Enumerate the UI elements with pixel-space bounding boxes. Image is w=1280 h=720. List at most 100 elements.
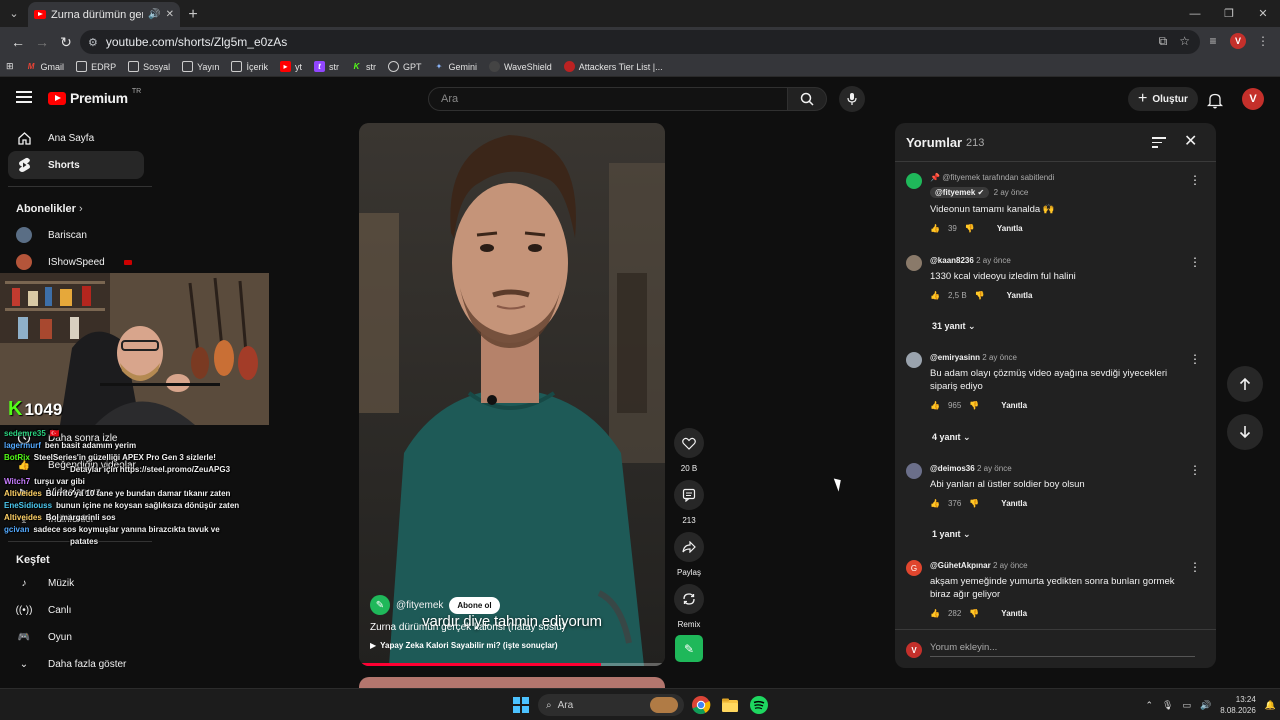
dislike-icon[interactable]: 👎 [969,609,979,618]
microphone-icon[interactable]: 🎙 [1162,700,1173,711]
like-icon[interactable]: 👍 [930,609,940,618]
close-icon[interactable]: ✕ [1184,131,1197,151]
add-comment-input[interactable]: Yorum ekleyin... [930,642,1195,657]
new-tab-button[interactable]: + [180,2,206,27]
like-icon[interactable]: 👍 [930,499,940,508]
comment-avatar[interactable]: G [906,560,922,576]
install-app-icon[interactable]: ⧉ [1159,34,1168,49]
volume-icon[interactable]: 🔊 [1200,700,1211,711]
create-button[interactable]: + Oluştur [1128,87,1198,111]
next-short-button[interactable] [1227,414,1263,450]
sound-thumbnail[interactable]: ✎ [675,635,703,662]
dislike-icon[interactable]: 👎 [969,401,979,410]
chrome-icon[interactable] [691,695,711,715]
notifications-bell-icon[interactable] [1204,89,1226,111]
bookmark-str-twitch[interactable]: t str [313,61,339,72]
show-replies-button[interactable]: 1 yanıt ⌄ [932,529,971,540]
spotify-icon[interactable] [749,695,769,715]
account-avatar[interactable]: V [1242,88,1264,110]
bookmark-attackers[interactable]: Attackers Tier List |... [563,61,663,72]
more-options-icon[interactable]: ⋮ [1189,255,1201,269]
more-options-icon[interactable]: ⋮ [1189,560,1201,574]
windows-start-icon[interactable] [513,697,529,713]
channel-avatar[interactable]: ✎ [370,595,390,615]
profile-extension-icon[interactable]: V [1230,33,1246,49]
notification-bell-icon[interactable]: 🔔 [1265,700,1276,711]
previous-short-button[interactable] [1227,366,1263,402]
voice-search-button[interactable] [839,86,865,112]
taskbar-search-box[interactable]: ⌕ Ara [538,694,684,716]
subscribe-button[interactable]: Abone ol [449,596,500,614]
reply-button[interactable]: Yanıtla [1001,499,1027,508]
comment-avatar[interactable] [906,255,922,271]
tray-overflow-chevron-icon[interactable]: ⌃ [1145,700,1153,711]
bookmark-star-icon[interactable]: ☆ [1179,34,1190,49]
back-button[interactable]: ← [6,30,30,54]
reload-button[interactable]: ↻ [54,30,78,54]
restore-icon[interactable]: ❐ [1212,0,1246,27]
sidebar-item-gaming[interactable]: 🎮 Oyun [8,623,144,651]
speaker-icon[interactable]: 🔊 [148,9,160,20]
sidebar-item-live[interactable]: ((•)) Canlı [8,596,144,624]
comment-avatar[interactable] [906,463,922,479]
forward-button[interactable]: → [30,30,54,54]
taskbar-clock[interactable]: 13:24 8.08.2026 [1220,694,1256,716]
search-input[interactable]: Ara [428,87,788,111]
share-action[interactable]: Paylaş [674,532,704,577]
like-icon[interactable]: 👍 [930,224,940,233]
sidebar-channel-ishowspeed[interactable]: IShowSpeed [8,248,144,276]
browser-tab-active[interactable]: Zurna dürümün gerçek kalorisi 🔊 ✕ [28,2,180,27]
comment-author-chip[interactable]: @fityemek ✔ [930,187,990,198]
sidebar-item-music[interactable]: ♪ Müzik [8,569,144,597]
file-explorer-icon[interactable] [720,695,740,715]
bookmark-edrp[interactable]: EDRP [76,61,116,72]
more-options-icon[interactable]: ⋮ [1189,352,1201,366]
show-replies-button[interactable]: 4 yanıt ⌄ [932,432,971,443]
reply-button[interactable]: Yanıtla [997,224,1023,233]
tab-close-icon[interactable]: ✕ [166,9,174,20]
bookmark-gpt[interactable]: GPT [387,61,422,72]
more-options-icon[interactable]: ⋮ [1189,463,1201,477]
reply-button[interactable]: Yanıtla [1007,291,1033,300]
reply-button[interactable]: Yanıtla [1001,401,1027,410]
remix-action[interactable]: Remix [674,584,704,629]
sidebar-item-home[interactable]: Ana Sayfa [8,124,144,152]
bookmark-yayin[interactable]: Yayın [182,61,219,72]
sidebar-item-shorts[interactable]: Shorts [8,151,144,179]
bookmark-gmail[interactable]: M Gmail [26,61,64,72]
search-button[interactable] [787,87,827,111]
browser-menu-icon[interactable]: ⋮ [1252,30,1274,52]
comments-action[interactable]: 213 [674,480,704,525]
bookmark-str-kick[interactable]: Kstr [351,61,376,72]
dislike-icon[interactable]: 👎 [969,499,979,508]
bookmark-gemini[interactable]: ✦ Gemini [434,61,477,72]
network-icon[interactable]: ▭ [1182,700,1191,711]
bookmark-waveshield[interactable]: WaveShield [489,61,552,72]
tab-search-chevron-icon[interactable]: ⌄ [0,0,28,27]
like-icon[interactable]: 👍 [930,291,940,300]
media-controls-icon[interactable]: ≡ [1202,30,1224,52]
short-video-player[interactable]: vardır diye tahmin ediyorum ✎ @fityemek … [359,123,665,666]
youtube-premium-logo[interactable]: Premium TR [48,88,141,106]
minimize-icon[interactable]: — [1178,0,1212,27]
site-info-icon[interactable]: ⚙ [88,36,98,49]
subscriptions-heading[interactable]: Abonelikler › [16,203,83,215]
like-action[interactable]: 20 B [674,428,704,473]
menu-hamburger-icon[interactable] [16,91,32,103]
sidebar-channel-bariscan[interactable]: Bariscan [8,221,144,249]
dislike-icon[interactable]: 👎 [975,291,985,300]
like-icon[interactable]: 👍 [930,401,940,410]
bookmark-icerik[interactable]: İçerik [231,61,268,72]
more-options-icon[interactable]: ⋮ [1189,173,1201,187]
bookmark-yt[interactable]: ▸ yt [279,61,302,72]
video-progress-bar[interactable] [359,663,665,666]
reply-button[interactable]: Yanıtla [1001,609,1027,618]
comment-avatar[interactable] [906,173,922,189]
window-close-icon[interactable]: ✕ [1246,0,1280,27]
sort-icon[interactable] [1152,137,1166,151]
bookmark-sosyal[interactable]: Sosyal [128,61,170,72]
show-replies-button[interactable]: 31 yanıt ⌄ [932,321,976,332]
sidebar-item-show-more[interactable]: ⌄ Daha fazla göster [8,650,144,678]
apps-grid-icon[interactable]: ⊞ [6,61,14,72]
comment-avatar[interactable] [906,352,922,368]
